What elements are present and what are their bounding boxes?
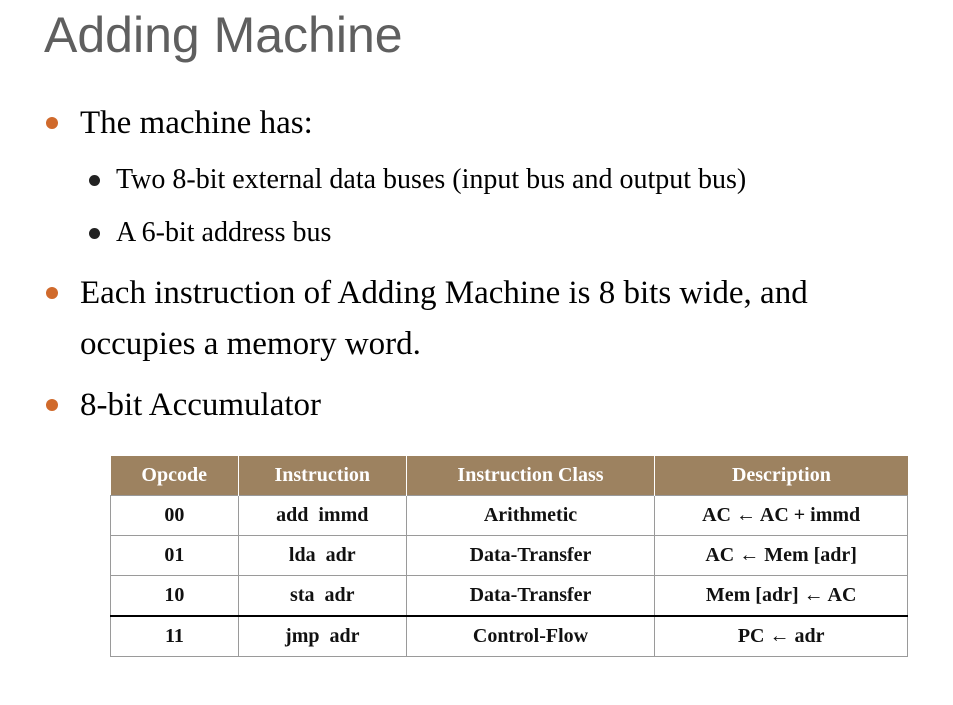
cell-description: AC ← AC + immd [654, 495, 908, 536]
bullet-dot-icon [46, 117, 58, 129]
sub-bullet-dot-icon [89, 228, 100, 239]
header-instruction: Instruction [238, 456, 407, 496]
bullet-instruction-width-cont: occupies a memory word. [80, 326, 421, 362]
bullet-accumulator: 8-bit Accumulator [80, 387, 322, 423]
sub-bullet-address-bus: A 6-bit address bus [116, 217, 332, 248]
cell-class: Arithmetic [405, 495, 656, 536]
cell-instruction: sta adr [237, 575, 407, 617]
cell-description: PC ← adr [654, 615, 908, 657]
sub-bullet-dot-icon [89, 175, 100, 186]
bullet-machine-has: The machine has: [80, 105, 313, 141]
cell-class: Data-Transfer [405, 575, 656, 617]
header-instruction-class: Instruction Class [406, 456, 656, 496]
header-description: Description [654, 456, 908, 496]
table-row: 10 sta adr Data-Transfer Mem [adr] ← AC [110, 575, 908, 617]
table-row: 00 add immd Arithmetic AC ← AC + immd [110, 495, 908, 536]
cell-instruction: jmp adr [237, 615, 407, 657]
cell-class: Control-Flow [405, 615, 656, 657]
bullet-dot-icon [46, 287, 58, 299]
cell-instruction: add immd [237, 495, 407, 536]
cell-opcode: 10 [110, 575, 239, 617]
opcode-table: Opcode Instruction Instruction Class Des… [110, 456, 908, 657]
table-header-row: Opcode Instruction Instruction Class Des… [110, 456, 908, 496]
sub-bullet-data-buses: Two 8-bit external data buses (input bus… [116, 164, 747, 195]
slide-title: Adding Machine [44, 7, 403, 63]
cell-description: AC ← Mem [adr] [654, 535, 908, 576]
cell-instruction: lda adr [237, 535, 407, 576]
table-row: 11 jmp adr Control-Flow PC ← adr [110, 615, 908, 657]
cell-opcode: 11 [110, 615, 239, 657]
cell-description: Mem [adr] ← AC [654, 575, 908, 617]
header-opcode: Opcode [110, 456, 239, 496]
cell-opcode: 01 [110, 535, 239, 576]
cell-class: Data-Transfer [405, 535, 656, 576]
bullet-instruction-width: Each instruction of Adding Machine is 8 … [80, 275, 808, 311]
bullet-dot-icon [46, 399, 58, 411]
table-row: 01 lda adr Data-Transfer AC ← Mem [adr] [110, 535, 908, 576]
cell-opcode: 00 [110, 495, 239, 536]
